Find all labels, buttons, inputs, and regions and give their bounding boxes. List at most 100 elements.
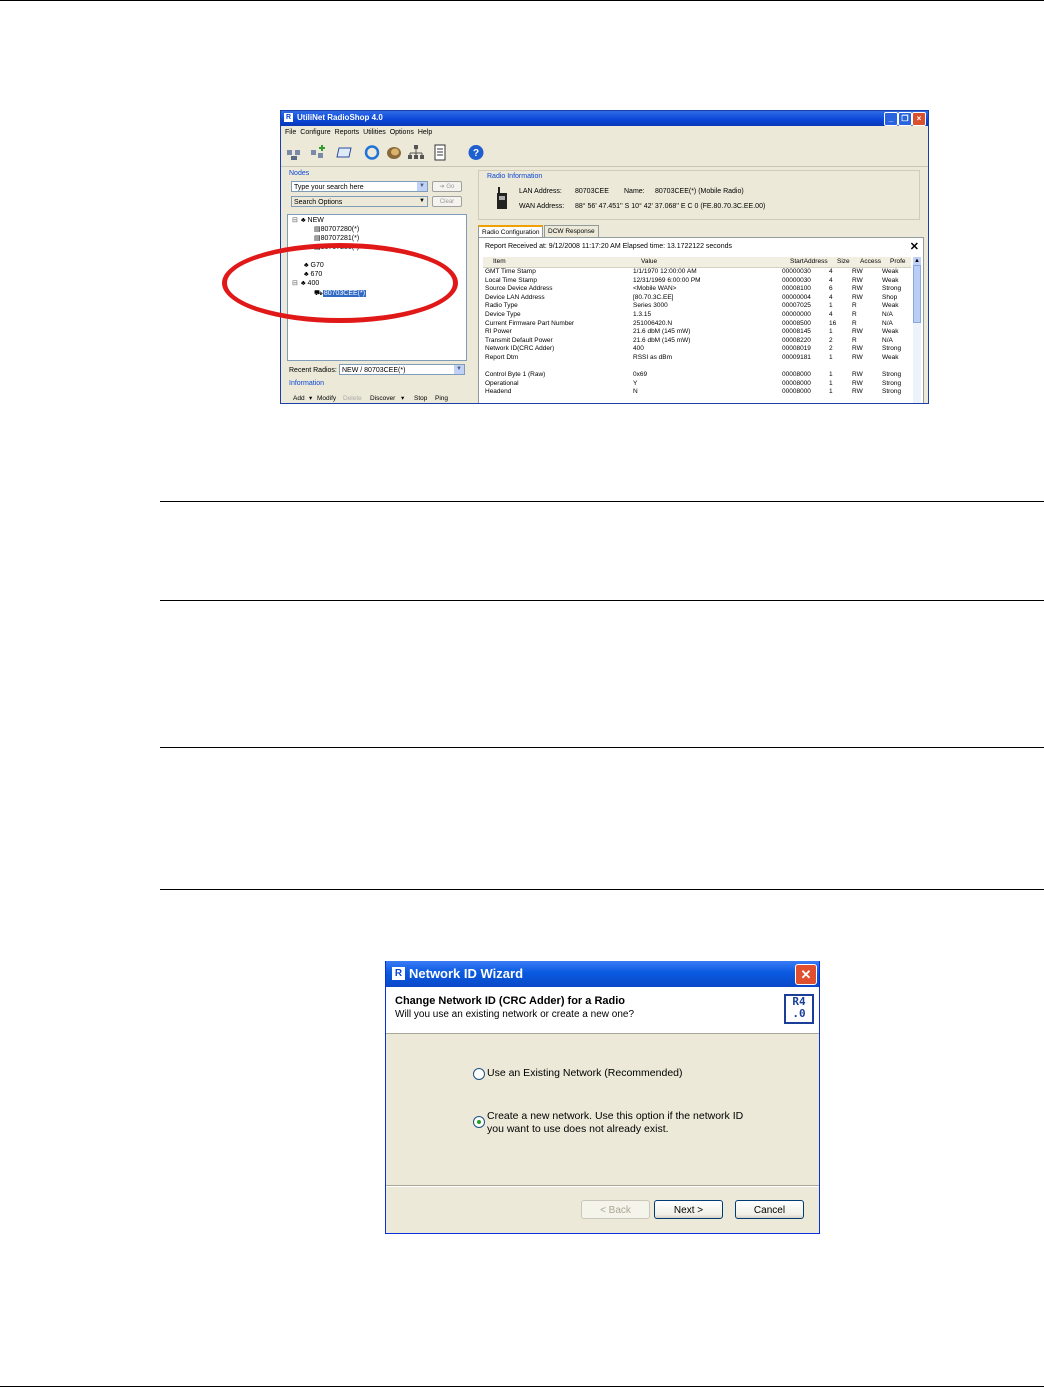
option-new[interactable]: Create a new network. Use this option if… <box>473 1110 773 1138</box>
wizard-separator <box>386 1185 819 1187</box>
table-row[interactable]: RI Power 21.6 dbM (145 mW) 00008145 1 RW Weak <box>479 328 909 337</box>
menu-configure[interactable]: Configure <box>300 127 330 138</box>
go-button[interactable]: ➔ Go <box>432 181 462 192</box>
cell-value: 21.6 dbM (145 mW) <box>633 328 691 336</box>
radio-window-icon[interactable] <box>335 144 353 161</box>
menu-file[interactable]: File <box>285 127 296 138</box>
cell-access: R <box>852 302 857 310</box>
network-tree-icon[interactable] <box>407 144 425 161</box>
chevron-down-icon[interactable]: ▾ <box>309 394 312 403</box>
cell-item: Device LAN Address <box>485 293 545 301</box>
menu-utilities[interactable]: Utilities <box>363 127 386 138</box>
table-row[interactable]: Headend N 00008000 1 RW Strong <box>479 388 909 397</box>
stop-button[interactable]: Stop <box>414 394 427 403</box>
tree-node-new[interactable]: ⊟ ♣ NEW <box>292 216 324 225</box>
highlight-ellipse <box>222 243 458 323</box>
table-row[interactable]: Device LAN Address [80.70.3C.EE] 00000004 4… <box>479 294 909 303</box>
menu-options[interactable]: Options <box>390 127 414 138</box>
satellite-dish-icon[interactable] <box>385 144 403 161</box>
add-button[interactable]: Add <box>293 394 305 403</box>
cell-size: 16 <box>829 319 837 327</box>
chevron-down-icon[interactable]: ▾ <box>401 394 404 403</box>
column-size[interactable]: Size <box>837 257 850 267</box>
close-icon[interactable]: × <box>912 112 926 126</box>
search-input[interactable]: Type your search here ▼ <box>291 181 428 192</box>
wan-address-value: 88° 56' 47.451'' S 10° 42' 37.068'' E C … <box>575 203 766 210</box>
cell-profe: Weak <box>882 354 899 361</box>
table-row[interactable]: Radio Type Series 3000 00007025 1 R Weak <box>479 302 909 311</box>
cell-access: RW <box>852 276 863 284</box>
scroll-up-icon[interactable]: ▲ <box>913 257 921 265</box>
clear-button[interactable]: Clear <box>432 196 462 207</box>
back-button[interactable]: < Back <box>581 1200 650 1219</box>
delete-button[interactable]: Delete <box>343 394 362 403</box>
cell-startaddress: 00008100 <box>782 285 811 293</box>
menu-help[interactable]: Help <box>418 127 432 138</box>
column-profe[interactable]: Profe <box>890 257 906 267</box>
table-row[interactable] <box>479 363 909 372</box>
next-button[interactable]: Next > <box>654 1200 723 1219</box>
search-options-dropdown[interactable]: Search Options ▼ <box>291 196 428 207</box>
name-label: Name: <box>624 188 645 195</box>
network-discover-icon[interactable] <box>285 144 303 161</box>
table-row[interactable]: Device Type 1.3.15 00000000 4 R N/A <box>479 311 909 320</box>
help-icon[interactable]: ? <box>467 144 485 161</box>
column-startaddress[interactable]: StartAddress <box>790 257 828 267</box>
radio-existing[interactable] <box>473 1068 485 1080</box>
nodes-group-label: Nodes <box>289 170 310 177</box>
cell-item: Control Byte 1 (Raw) <box>485 371 546 379</box>
table-row[interactable]: Current Firmware Part Number 251006420.N 0… <box>479 320 909 329</box>
tree-node-child[interactable]: ▤80707280(*) <box>314 225 359 234</box>
cell-access: R <box>852 311 857 318</box>
menu-reports[interactable]: Reports <box>335 127 360 138</box>
radio-new[interactable] <box>473 1116 485 1128</box>
name-value: 80703CEE(*) (Mobile Radio) <box>655 188 744 195</box>
discover-button[interactable]: Discover <box>370 394 395 403</box>
cell-item: Local Time Stamp <box>485 276 538 284</box>
chevron-down-icon[interactable]: ▼ <box>454 365 464 374</box>
report-icon[interactable] <box>431 144 449 161</box>
table-row[interactable]: Operational Y 00008000 1 RW Strong <box>479 380 909 389</box>
cell-access: RW <box>852 388 863 396</box>
cell-size: 4 <box>829 311 833 318</box>
table-row[interactable]: Control Byte 1 (Raw) 0x69 00008000 1 RW Stron… <box>479 371 909 380</box>
close-icon[interactable]: ✕ <box>795 964 817 985</box>
cell-value: 21.6 dbM (145 mW) <box>633 336 691 344</box>
cancel-button[interactable]: Cancel <box>735 1200 804 1219</box>
column-value[interactable]: Value <box>641 257 657 267</box>
table-row[interactable]: Network ID(CRC Adder) 400 00008019 2 RW Stron… <box>479 345 909 354</box>
tab-dcw-response[interactable]: DCW Response <box>544 225 599 237</box>
option-existing[interactable]: Use an Existing Network (Recommended) <box>473 1067 733 1081</box>
restore-icon[interactable]: ❐ <box>898 112 912 126</box>
column-access[interactable]: Access <box>860 257 881 267</box>
ping-button[interactable]: Ping <box>435 394 448 403</box>
modify-button[interactable]: Modify <box>317 394 336 403</box>
cell-size: 2 <box>829 336 833 344</box>
recent-radios-value: NEW / 80703CEE(*) <box>342 367 406 374</box>
minimize-icon[interactable]: _ <box>884 112 898 126</box>
column-item[interactable]: Item <box>493 257 506 267</box>
cell-item: Source Device Address <box>485 285 553 293</box>
cell-profe: N/A <box>882 319 893 327</box>
table-row[interactable]: Report Dtm RSSI as dBm 00009181 1 RW Weak <box>479 354 909 363</box>
table-row[interactable]: Local Time Stamp 12/31/1969 6:00:00 PM 000… <box>479 277 909 286</box>
recent-radios-dropdown[interactable]: NEW / 80703CEE(*) ▼ <box>339 364 465 375</box>
add-node-icon[interactable] <box>309 144 327 161</box>
table-row[interactable]: Source Device Address <Mobile WAN> 0000810… <box>479 285 909 294</box>
scroll-thumb[interactable] <box>913 265 921 323</box>
wan-address-label: WAN Address: <box>519 203 565 210</box>
table-row[interactable]: GMT Time Stamp 1/1/1970 12:00:00 AM 000000… <box>479 268 909 277</box>
scrollbar[interactable]: ▲ <box>913 257 921 403</box>
close-icon[interactable]: ✕ <box>910 240 919 253</box>
tree-node-child[interactable]: ▤80707281(*) <box>314 234 359 243</box>
refresh-icon[interactable] <box>363 144 381 161</box>
menu-bar: File Configure Reports Utilities Options Help <box>281 127 928 138</box>
table-row[interactable]: Transmit Default Power 21.6 dbM (145 mW) 0… <box>479 337 909 346</box>
detail-tabs: Radio Configuration DCW Response <box>478 225 918 238</box>
cell-access: RW <box>852 379 863 387</box>
network-id-wizard: R Network ID Wizard ✕ Change Network ID … <box>385 961 820 1234</box>
cell-startaddress: 00008000 <box>782 371 811 379</box>
chevron-down-icon[interactable]: ▼ <box>417 197 427 206</box>
cell-size: 1 <box>829 354 833 361</box>
chevron-down-icon[interactable]: ▼ <box>417 182 427 191</box>
